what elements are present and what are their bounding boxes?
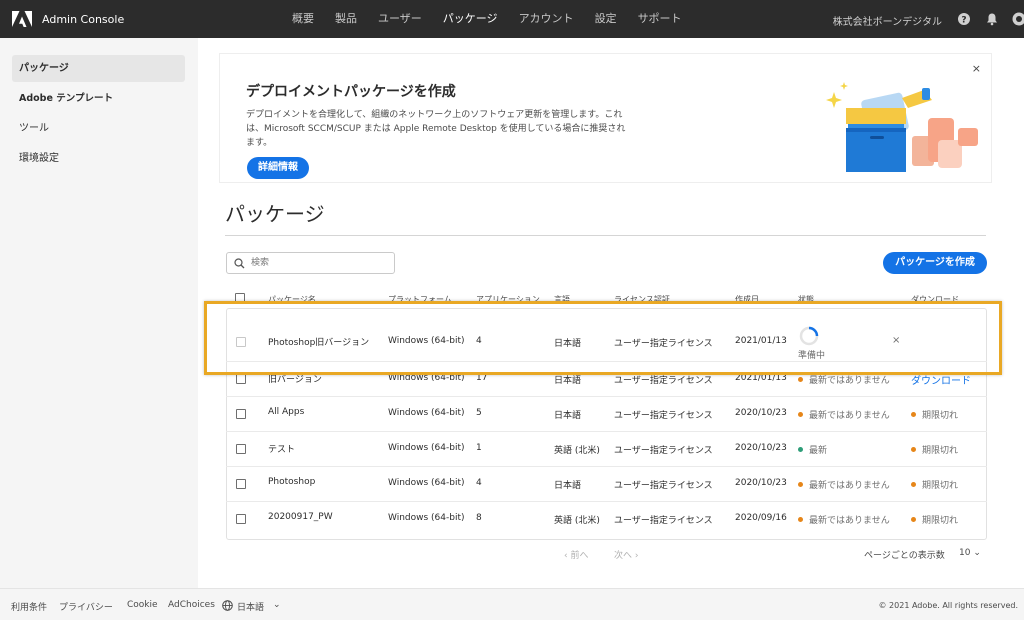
row-checkbox[interactable] [236, 479, 246, 489]
package-status: 最新 [798, 443, 827, 456]
nav-account[interactable]: アカウント [519, 0, 574, 38]
package-license: ユーザー指定ライセンス [614, 481, 713, 491]
adobe-logo-icon[interactable] [12, 11, 32, 27]
package-license: ユーザー指定ライセンス [614, 446, 713, 456]
package-date: 2020/10/23 [735, 478, 787, 488]
sidebar-item-tools[interactable]: ツール [12, 115, 185, 142]
next-page-button[interactable]: 次へ › [614, 548, 638, 561]
package-language: 日本語 [554, 481, 582, 491]
package-status: 最新ではありません [798, 408, 890, 421]
avatar[interactable] [1012, 12, 1024, 26]
copyright: © 2021 Adobe. All rights reserved. [878, 601, 1019, 610]
create-package-button[interactable]: パッケージを作成 [883, 252, 987, 274]
search-icon [234, 258, 245, 269]
status-dot [911, 517, 916, 522]
nav-overview[interactable]: 概要 [292, 0, 314, 38]
banner-description: デプロイメントを合理化して、組織のネットワーク上のソフトウェア更新を管理します。… [246, 110, 626, 148]
package-name[interactable]: Photoshop [268, 477, 315, 487]
search-input[interactable] [251, 256, 391, 270]
prev-page-button[interactable]: ‹ 前へ [564, 548, 588, 561]
nav-settings[interactable]: 設定 [595, 0, 617, 38]
footer: 利用条件 プライバシー Cookie AdChoices 日本語 ⌄ © 202… [0, 588, 1024, 620]
globe-icon [222, 600, 233, 611]
nav-packages[interactable]: パッケージ [443, 0, 498, 38]
package-platform: Windows (64-bit) [388, 408, 465, 418]
adchoices-link[interactable]: AdChoices [168, 600, 215, 610]
language-selector[interactable]: 日本語 [237, 600, 264, 613]
package-language: 日本語 [554, 411, 582, 421]
notification-bell-icon[interactable] [985, 12, 999, 26]
download-status: 期限切れ [911, 513, 958, 526]
status-dot [911, 412, 916, 417]
package-name[interactable]: All Apps [268, 407, 304, 417]
package-license: ユーザー指定ライセンス [614, 411, 713, 421]
search-box[interactable] [226, 252, 395, 274]
learn-more-button[interactable]: 詳細情報 [247, 157, 309, 179]
close-icon[interactable]: × [972, 62, 981, 75]
status-dot [911, 447, 916, 452]
sidebar-item-adobe-templates[interactable]: Adobe テンプレート [12, 85, 185, 112]
package-platform: Windows (64-bit) [388, 478, 465, 488]
download-status: 期限切れ [911, 408, 958, 421]
table-row[interactable]: Photoshop Windows (64-bit) 4 日本語 ユーザー指定ラ… [226, 467, 987, 502]
nav-users[interactable]: ユーザー [378, 0, 422, 38]
sidebar-item-preferences[interactable]: 環境設定 [12, 145, 185, 172]
package-license: ユーザー指定ライセンス [614, 516, 713, 526]
promo-banner: デプロイメントパッケージを作成 デプロイメントを合理化して、組織のネットワーク上… [220, 54, 991, 182]
package-apps: 8 [476, 513, 482, 523]
chevron-down-icon[interactable]: ⌄ [273, 600, 281, 610]
row-checkbox[interactable] [236, 374, 246, 384]
per-page-select[interactable]: 10 ⌄ [959, 548, 981, 558]
main-nav: 概要 製品 ユーザー パッケージ アカウント 設定 サポート [292, 0, 703, 38]
package-status: 最新ではありません [798, 513, 890, 526]
row-checkbox[interactable] [236, 514, 246, 524]
divider [225, 235, 986, 236]
package-apps: 4 [476, 478, 482, 488]
nav-support[interactable]: サポート [638, 0, 682, 38]
package-date: 2020/09/16 [735, 513, 787, 523]
table-row[interactable]: テスト Windows (64-bit) 1 英語 (北米) ユーザー指定ライセ… [226, 432, 987, 467]
package-apps: 1 [476, 443, 482, 453]
page-title: パッケージ [225, 202, 325, 226]
table-row[interactable]: 20200917_PW Windows (64-bit) 8 英語 (北米) ユ… [226, 502, 987, 537]
package-name[interactable]: 20200917_PW [268, 512, 333, 522]
row-checkbox[interactable] [236, 409, 246, 419]
svg-text:?: ? [961, 16, 966, 26]
status-dot [798, 517, 803, 522]
download-status: 期限切れ [911, 443, 958, 456]
nav-products[interactable]: 製品 [335, 0, 357, 38]
cookie-link[interactable]: Cookie [127, 600, 158, 610]
status-dot [798, 412, 803, 417]
package-date: 2020/10/23 [735, 443, 787, 453]
row-highlight-box [204, 301, 1002, 375]
banner-title: デプロイメントパッケージを作成 [246, 84, 456, 100]
sidebar-item-packages[interactable]: パッケージ [12, 55, 185, 82]
top-bar: Admin Console 概要 製品 ユーザー パッケージ アカウント 設定 … [0, 0, 1024, 38]
package-platform: Windows (64-bit) [388, 443, 465, 453]
table-row[interactable]: All Apps Windows (64-bit) 5 日本語 ユーザー指定ライ… [226, 397, 987, 432]
app-title[interactable]: Admin Console [42, 13, 124, 26]
package-apps: 5 [476, 408, 482, 418]
per-page-label: ページごとの表示数 [864, 551, 945, 561]
status-dot [798, 377, 803, 382]
status-dot [798, 447, 803, 452]
download-status: 期限切れ [911, 478, 958, 491]
banner-illustration [826, 82, 978, 172]
org-switcher[interactable]: 株式会社ボーンデジタル [833, 13, 942, 28]
privacy-link[interactable]: プライバシー [59, 600, 113, 613]
package-name[interactable]: テスト [268, 442, 295, 455]
package-date: 2020/10/23 [735, 408, 787, 418]
chevron-down-icon: ⌄ [973, 548, 981, 558]
status-dot [798, 482, 803, 487]
package-status: 最新ではありません [798, 478, 890, 491]
package-language: 英語 (北米) [554, 446, 600, 456]
terms-link[interactable]: 利用条件 [11, 600, 47, 613]
package-platform: Windows (64-bit) [388, 513, 465, 523]
help-icon[interactable]: ? [957, 12, 971, 26]
package-language: 英語 (北米) [554, 516, 600, 526]
status-dot [911, 482, 916, 487]
sidebar: パッケージ Adobe テンプレート ツール 環境設定 [0, 38, 198, 588]
row-checkbox[interactable] [236, 444, 246, 454]
